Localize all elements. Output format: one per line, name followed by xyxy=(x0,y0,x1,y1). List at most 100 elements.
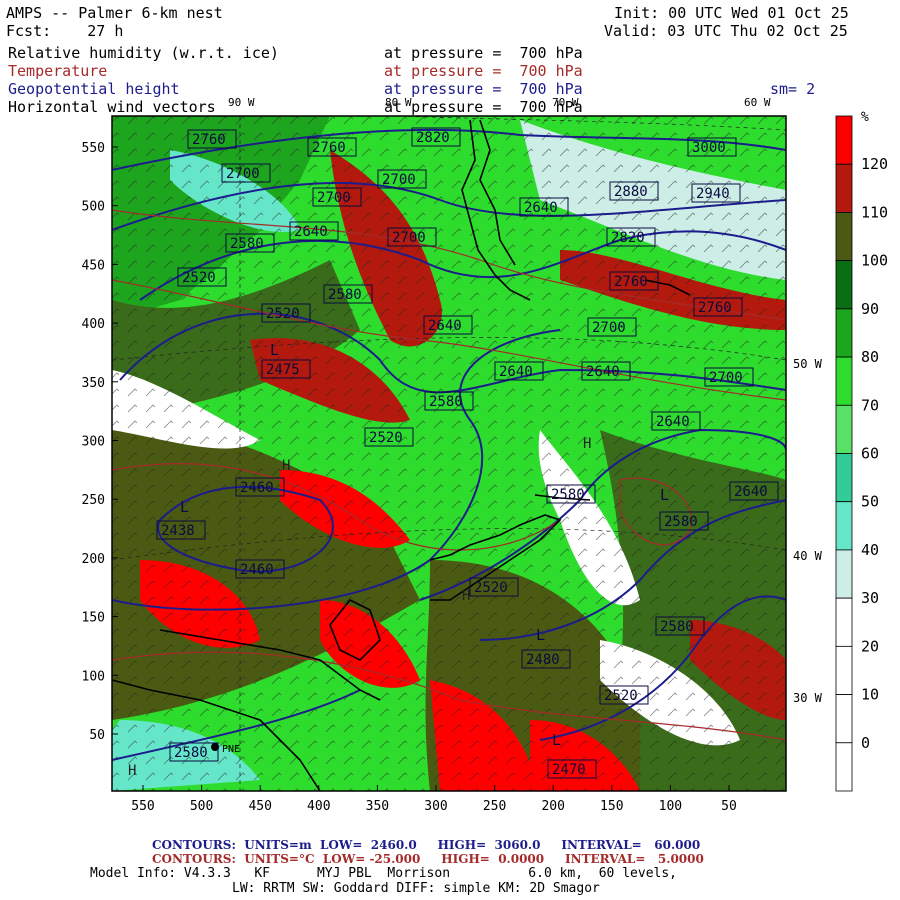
high-pressure-marker: H xyxy=(128,763,136,779)
colorbar-label: 60 xyxy=(861,445,879,463)
colorbar-segment xyxy=(835,163,853,213)
top-lon-label: 60 W xyxy=(744,96,771,109)
height-label: 2580 xyxy=(664,514,698,530)
height-label: 2640 xyxy=(734,484,768,500)
y-tick-label: 500 xyxy=(82,200,105,215)
high-pressure-marker: H xyxy=(462,588,470,604)
height-label: 2520 xyxy=(266,306,300,322)
low-pressure-marker: L xyxy=(552,731,561,749)
height-label: 2520 xyxy=(604,688,638,704)
height-label: 2640 xyxy=(656,414,690,430)
y-tick-label: 50 xyxy=(89,728,105,743)
height-label: 2470 xyxy=(552,762,586,778)
colorbar-label: 80 xyxy=(861,348,879,366)
high-pressure-marker: H xyxy=(583,436,591,452)
height-label: 2640 xyxy=(428,318,462,334)
height-label: 2580 xyxy=(551,487,585,503)
x-tick-label: 200 xyxy=(541,799,564,814)
colorbar-segment xyxy=(835,501,853,551)
x-tick-label: 550 xyxy=(131,799,154,814)
y-tick-label: 450 xyxy=(82,258,105,273)
colorbar-unit: % xyxy=(861,110,869,125)
y-tick-label: 100 xyxy=(82,669,105,684)
colorbar-segment xyxy=(835,597,853,647)
colorbar-label: 20 xyxy=(861,637,879,655)
right-longitude-labels: 50 W 40 W 30 W xyxy=(793,357,823,705)
colorbar-label: 120 xyxy=(861,155,888,173)
height-label: 2700 xyxy=(382,172,416,188)
colorbar-segment xyxy=(835,115,853,165)
height-label: 2940 xyxy=(696,186,730,202)
x-tick-label: 400 xyxy=(307,799,330,814)
height-label: 2460 xyxy=(240,480,274,496)
colorbar-label: 90 xyxy=(861,300,879,318)
height-label: 2520 xyxy=(474,580,508,596)
top-lon-label: 90 W xyxy=(228,96,255,109)
colorbar-segment xyxy=(835,356,853,406)
colorbar-label: 10 xyxy=(861,686,879,704)
right-lon-label: 40 W xyxy=(793,549,823,563)
footer-height-contours: CONTOURS: UNITS=m LOW= 2460.0 HIGH= 3060… xyxy=(152,838,701,852)
height-label: 2520 xyxy=(182,270,216,286)
colorbar-labels: 1201101009080706050403020100 xyxy=(861,155,888,752)
colorbar-label: 50 xyxy=(861,493,879,511)
height-label: 2580 xyxy=(328,287,362,303)
colorbar-segment xyxy=(835,645,853,695)
right-lon-label: 50 W xyxy=(793,357,823,371)
colorbar xyxy=(835,115,853,792)
x-tick-label: 150 xyxy=(600,799,623,814)
x-tick-label: 300 xyxy=(424,799,447,814)
height-label: 2880 xyxy=(614,184,648,200)
height-label: 2580 xyxy=(429,394,463,410)
height-label: 2700 xyxy=(317,190,351,206)
right-lon-label: 30 W xyxy=(793,691,823,705)
x-tick-label: 50 xyxy=(721,799,737,814)
height-label: 2760 xyxy=(312,140,346,156)
colorbar-label: 0 xyxy=(861,734,870,752)
low-pressure-marker: L xyxy=(180,498,189,516)
top-longitude-labels: 90 W 80 W 70 W 60 W xyxy=(228,96,771,109)
colorbar-segment xyxy=(835,742,853,792)
low-pressure-marker: L xyxy=(660,486,669,504)
height-label: 2480 xyxy=(526,652,560,668)
height-label: 2760 xyxy=(698,300,732,316)
height-label: 2460 xyxy=(240,562,274,578)
colorbar-label: 110 xyxy=(861,203,888,221)
high-pressure-marker: H xyxy=(282,458,290,474)
height-label: 2520 xyxy=(369,430,403,446)
x-tick-label: 450 xyxy=(248,799,271,814)
colorbar-segment xyxy=(835,453,853,503)
height-label: 2438 xyxy=(161,523,195,539)
colorbar-segment xyxy=(835,260,853,310)
footer-model-info-2: LW: RRTM SW: Goddard DIFF: simple KM: 2D… xyxy=(232,881,600,896)
footer-temp-contours: CONTOURS: UNITS=°C LOW= -25.000 HIGH= 0.… xyxy=(152,852,704,866)
colorbar-segment xyxy=(835,549,853,599)
height-label: 2640 xyxy=(294,224,328,240)
height-label: 2820 xyxy=(416,130,450,146)
colorbar-segment xyxy=(835,212,853,262)
colorbar-label: 70 xyxy=(861,396,879,414)
x-tick-label: 350 xyxy=(366,799,389,814)
map-canvas: PNE 2760 2760282030002700 27002880 29402700… xyxy=(82,96,889,814)
top-lon-label: 70 W xyxy=(552,96,579,109)
colorbar-label: 30 xyxy=(861,589,879,607)
colorbar-segment xyxy=(835,694,853,744)
low-pressure-marker: L xyxy=(536,626,545,644)
y-tick-label: 400 xyxy=(82,317,105,332)
height-label: 2760 xyxy=(192,132,226,148)
y-tick-label: 550 xyxy=(82,141,105,156)
y-tick-label: 350 xyxy=(82,376,105,391)
x-tick-label: 500 xyxy=(190,799,213,814)
height-label: 2580 xyxy=(230,236,264,252)
x-tick-label: 250 xyxy=(483,799,506,814)
colorbar-label: 40 xyxy=(861,541,879,559)
colorbar-segment xyxy=(835,404,853,454)
rh-field xyxy=(112,116,786,791)
height-label: 2580 xyxy=(174,745,208,761)
height-label: 2700 xyxy=(226,166,260,182)
height-label: 2700 xyxy=(392,230,426,246)
y-tick-label: 300 xyxy=(82,435,105,450)
height-label: 2820 xyxy=(611,230,645,246)
footer-model-info: Model Info: V4.3.3 KF MYJ PBL Morrison 6… xyxy=(90,866,677,881)
height-label: 2475 xyxy=(266,362,300,378)
